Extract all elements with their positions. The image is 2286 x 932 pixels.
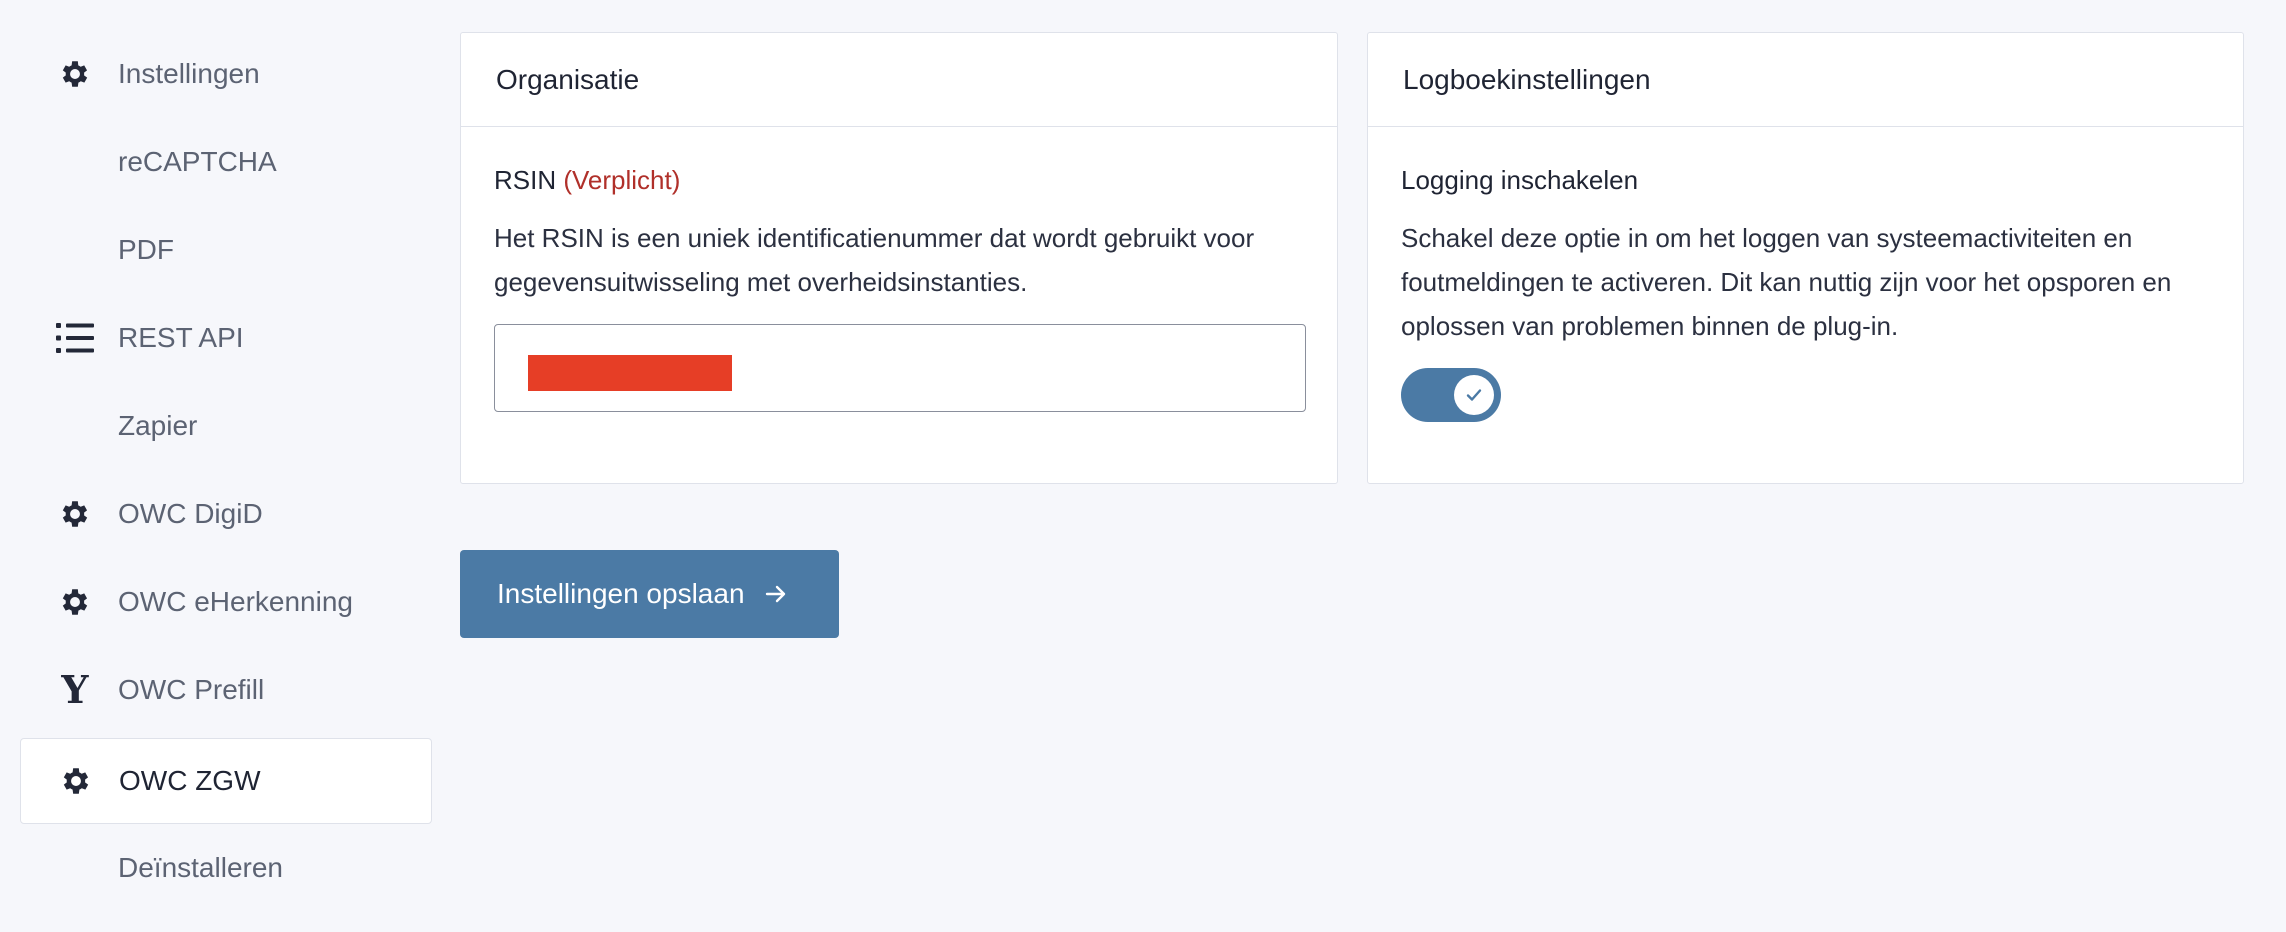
rsin-label: RSIN (Verplicht) <box>494 165 1304 196</box>
sidebar-item-recaptcha[interactable]: reCAPTCHA <box>20 118 432 206</box>
redacted-value <box>528 355 732 391</box>
logging-card: Logboekinstellingen Logging inschakelen … <box>1367 32 2244 484</box>
sidebar-item-owc-zgw[interactable]: OWC ZGW <box>20 738 432 824</box>
rsin-input[interactable] <box>494 324 1306 412</box>
gear-icon <box>55 54 95 94</box>
organisation-card: Organisatie RSIN (Verplicht) Het RSIN is… <box>460 32 1338 484</box>
sidebar-item-rest-api[interactable]: REST API <box>20 294 432 382</box>
sidebar-item-label: OWC DigiD <box>118 498 263 529</box>
sidebar-item-label: reCAPTCHA <box>118 146 277 177</box>
rsin-description: Het RSIN is een uniek identificatienumme… <box>494 223 1255 297</box>
logging-toggle[interactable] <box>1401 368 1501 422</box>
sidebar-item-label: OWC ZGW <box>119 765 261 796</box>
card-title: Logboekinstellingen <box>1368 33 2243 127</box>
sidebar-item-owc-prefill[interactable]: Y OWC Prefill <box>20 646 432 734</box>
list-icon <box>55 318 95 358</box>
toggle-knob <box>1454 375 1494 415</box>
sidebar-item-label: PDF <box>118 234 174 265</box>
rsin-label-text: RSIN <box>494 165 557 195</box>
sidebar-nav: Instellingen reCAPTCHA PDF REST API Zapi… <box>20 30 432 912</box>
save-settings-button[interactable]: Instellingen opslaan <box>460 550 839 638</box>
sidebar-item-owc-eherkenning[interactable]: OWC eHerkenning <box>20 558 432 646</box>
check-icon <box>1466 389 1482 401</box>
logging-label: Logging inschakelen <box>1401 165 1639 195</box>
gear-icon <box>56 761 96 801</box>
sidebar-item-label: Zapier <box>118 410 198 441</box>
sidebar-item-label: Deïnstalleren <box>118 852 283 883</box>
sidebar-item-zapier[interactable]: Zapier <box>20 382 432 470</box>
gear-icon <box>55 582 95 622</box>
sidebar-item-deinstalleren[interactable]: Deïnstalleren <box>20 824 432 912</box>
sidebar-item-owc-digid[interactable]: OWC DigiD <box>20 470 432 558</box>
sidebar-item-label: OWC eHerkenning <box>118 586 353 617</box>
save-settings-label: Instellingen opslaan <box>497 578 745 609</box>
gear-icon <box>55 494 95 534</box>
required-indicator: (Verplicht) <box>563 165 681 195</box>
sidebar-item-label: Instellingen <box>118 58 260 89</box>
y-logo-icon: Y <box>61 667 89 712</box>
sidebar-item-label: OWC Prefill <box>118 674 265 705</box>
sidebar-item-pdf[interactable]: PDF <box>20 206 432 294</box>
card-title: Organisatie <box>461 33 1337 127</box>
settings-page: Instellingen reCAPTCHA PDF REST API Zapi… <box>0 0 2286 932</box>
arrow-right-icon <box>765 584 787 604</box>
logging-description: Schakel deze optie in om het loggen van … <box>1401 223 2172 341</box>
sidebar-item-instellingen[interactable]: Instellingen <box>20 30 432 118</box>
sidebar-item-label: REST API <box>118 322 244 353</box>
